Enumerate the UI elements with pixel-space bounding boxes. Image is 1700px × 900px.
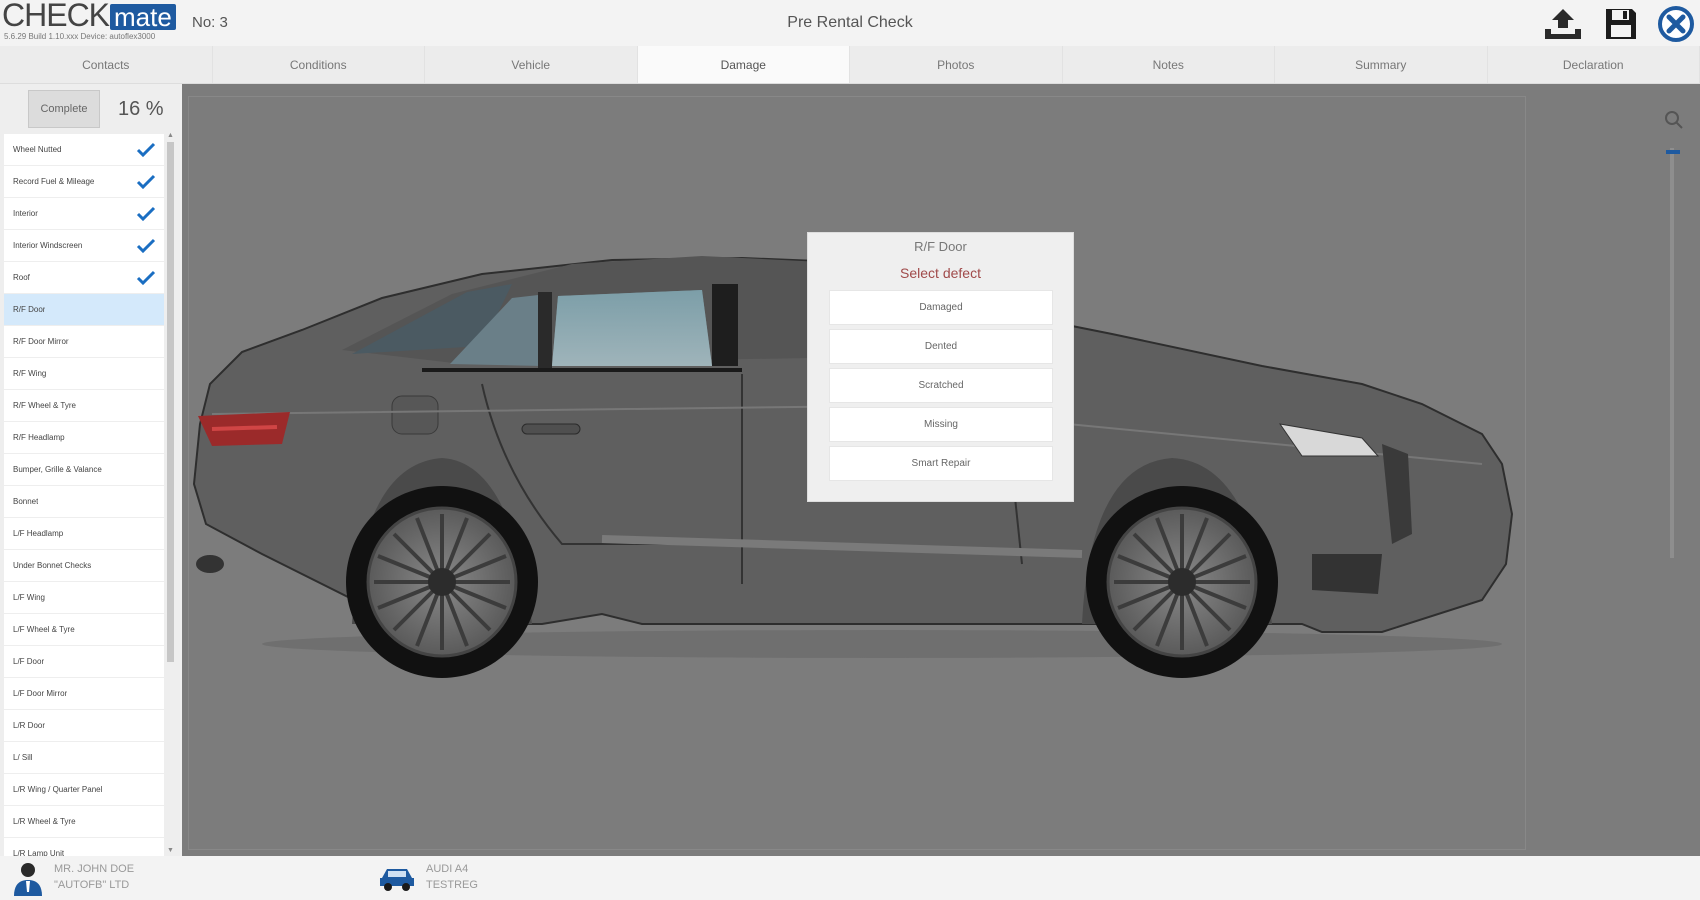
defect-option-damaged[interactable]: Damaged <box>829 290 1053 325</box>
checklist-item-label: Wheel Nutted <box>13 145 62 154</box>
page-title: Pre Rental Check <box>787 14 913 31</box>
defect-popup: R/F Door Select defect Damaged Dented Sc… <box>807 232 1074 502</box>
checklist-item-label: Interior <box>13 209 38 218</box>
checklist-item-label: R/F Door Mirror <box>13 337 69 346</box>
checklist-item[interactable]: R/F Door <box>4 294 164 325</box>
defect-option-dented[interactable]: Dented <box>829 329 1053 364</box>
rear-wheel <box>346 486 538 678</box>
tab-declaration[interactable]: Declaration <box>1488 46 1700 83</box>
tab-notes[interactable]: Notes <box>1063 46 1275 83</box>
upload-icon <box>1545 9 1581 39</box>
checklist-item-label: L/F Headlamp <box>13 529 64 538</box>
checklist-item[interactable]: Wheel Nutted <box>4 134 164 165</box>
app-header: CHECK mate 5.6.29 Build 1.10.xxx Device:… <box>0 0 1700 46</box>
defect-option-scratched[interactable]: Scratched <box>829 368 1053 403</box>
checklist-item[interactable]: R/F Headlamp <box>4 422 164 453</box>
checklist-item[interactable]: Interior Windscreen <box>4 230 164 261</box>
close-button[interactable] <box>1655 4 1697 44</box>
checklist-item-label: L/F Wheel & Tyre <box>13 625 75 634</box>
checklist-item-label: R/F Headlamp <box>13 433 65 442</box>
checklist-item-label: L/R Door <box>13 721 46 730</box>
progress-percent: 16 % <box>118 98 164 120</box>
scrollbar-thumb[interactable] <box>167 142 174 662</box>
section-tabs: Contacts Conditions Vehicle Damage Photo… <box>0 46 1700 84</box>
checklist-item-label: L/R Wheel & Tyre <box>13 817 76 826</box>
customer-name: MR. JOHN DOE <box>54 863 135 875</box>
checklist-item-label: Interior Windscreen <box>13 241 83 250</box>
checklist-item-label: L/R Lamp Unit <box>13 849 65 856</box>
tab-damage[interactable]: Damage <box>637 46 850 83</box>
tab-contacts[interactable]: Contacts <box>0 46 213 83</box>
checklist-item-label: Roof <box>13 273 30 282</box>
vehicle-registration: TESTREG <box>426 879 478 891</box>
checkmark-icon <box>136 174 156 189</box>
checklist-item-label: L/F Wing <box>13 593 46 602</box>
checklist-item-label: Bonnet <box>13 497 39 506</box>
scroll-down-icon[interactable]: ▼ <box>166 847 175 854</box>
checkmark-icon <box>136 142 156 157</box>
checklist-item-label: R/F Door <box>13 305 46 314</box>
checklist-item[interactable]: Bumper, Grille & Valance <box>4 454 164 485</box>
checklist-item[interactable]: L/F Door Mirror <box>4 678 164 709</box>
tab-photos[interactable]: Photos <box>850 46 1063 83</box>
checklist-item[interactable]: Roof <box>4 262 164 293</box>
popup-title: R/F Door <box>914 239 967 254</box>
checklist-item-label: R/F Wheel & Tyre <box>13 401 76 410</box>
tab-vehicle[interactable]: Vehicle <box>425 46 638 83</box>
checklist-scrollbar[interactable]: ▲ ▼ <box>166 132 175 854</box>
scroll-up-icon[interactable]: ▲ <box>166 132 175 139</box>
checklist-item[interactable]: L/F Door <box>4 646 164 677</box>
checklist-item[interactable]: Interior <box>4 198 164 229</box>
checklist-item-label: L/R Wing / Quarter Panel <box>13 785 103 794</box>
close-icon <box>1658 6 1694 42</box>
checklist-item[interactable]: R/F Wheel & Tyre <box>4 390 164 421</box>
checklist-item[interactable]: L/R Door <box>4 710 164 741</box>
version-text: 5.6.29 Build 1.10.xxx Device: autoflex30… <box>4 32 156 41</box>
checklist-item-label: Under Bonnet Checks <box>13 561 92 570</box>
checklist-item[interactable]: Record Fuel & Mileage <box>4 166 164 197</box>
checklist-item-label: L/ Sill <box>13 753 33 762</box>
vehicle-icon[interactable] <box>378 864 416 892</box>
checklist-item[interactable]: L/F Wheel & Tyre <box>4 614 164 645</box>
checkmark-icon <box>136 270 156 285</box>
checklist-item[interactable]: L/ Sill <box>4 742 164 773</box>
complete-button[interactable]: Complete <box>28 90 100 128</box>
checklist-item[interactable]: L/R Wheel & Tyre <box>4 806 164 837</box>
tab-summary[interactable]: Summary <box>1275 46 1488 83</box>
customer-icon[interactable] <box>10 860 46 896</box>
front-wheel <box>1086 486 1278 678</box>
checklist-item-label: R/F Wing <box>13 369 47 378</box>
checklist-item[interactable]: Bonnet <box>4 486 164 517</box>
checklist-sidebar: Complete 16 % Wheel Nutted Record Fuel & … <box>0 84 180 856</box>
footer-bar: MR. JOHN DOE "AUTOFB" LTD AUDI A4 TESTRE… <box>0 856 1700 900</box>
checklist-item-label: Record Fuel & Mileage <box>13 177 95 186</box>
zoom-slider[interactable] <box>1670 148 1674 558</box>
checklist: Wheel Nutted Record Fuel & Mileage Interio… <box>4 134 164 856</box>
defect-option-missing[interactable]: Missing <box>829 407 1053 442</box>
checkmark-icon <box>136 206 156 221</box>
checklist-item[interactable]: L/F Headlamp <box>4 518 164 549</box>
popup-subtitle: Select defect <box>900 265 981 281</box>
checklist-item-label: L/F Door Mirror <box>13 689 68 698</box>
checkmark-icon <box>136 238 156 253</box>
customer-company: "AUTOFB" LTD <box>54 879 130 891</box>
save-button[interactable] <box>1600 4 1642 44</box>
checklist-item[interactable]: L/F Wing <box>4 582 164 613</box>
checklist-item[interactable]: L/R Wing / Quarter Panel <box>4 774 164 805</box>
checklist-item[interactable]: R/F Wing <box>4 358 164 389</box>
zoom-icon[interactable] <box>1664 110 1684 130</box>
defect-option-smart-repair[interactable]: Smart Repair <box>829 446 1053 481</box>
checklist-item[interactable]: L/R Lamp Unit <box>4 838 164 856</box>
upload-button[interactable] <box>1542 4 1584 44</box>
vehicle-model: AUDI A4 <box>426 863 469 875</box>
checklist-item-label: Bumper, Grille & Valance <box>13 465 102 474</box>
save-icon <box>1606 9 1636 39</box>
checklist-item[interactable]: R/F Door Mirror <box>4 326 164 357</box>
checklist-item[interactable]: Under Bonnet Checks <box>4 550 164 581</box>
zoom-slider-thumb[interactable] <box>1666 150 1680 154</box>
tab-conditions[interactable]: Conditions <box>213 46 425 83</box>
checklist-item-label: L/F Door <box>13 657 45 666</box>
